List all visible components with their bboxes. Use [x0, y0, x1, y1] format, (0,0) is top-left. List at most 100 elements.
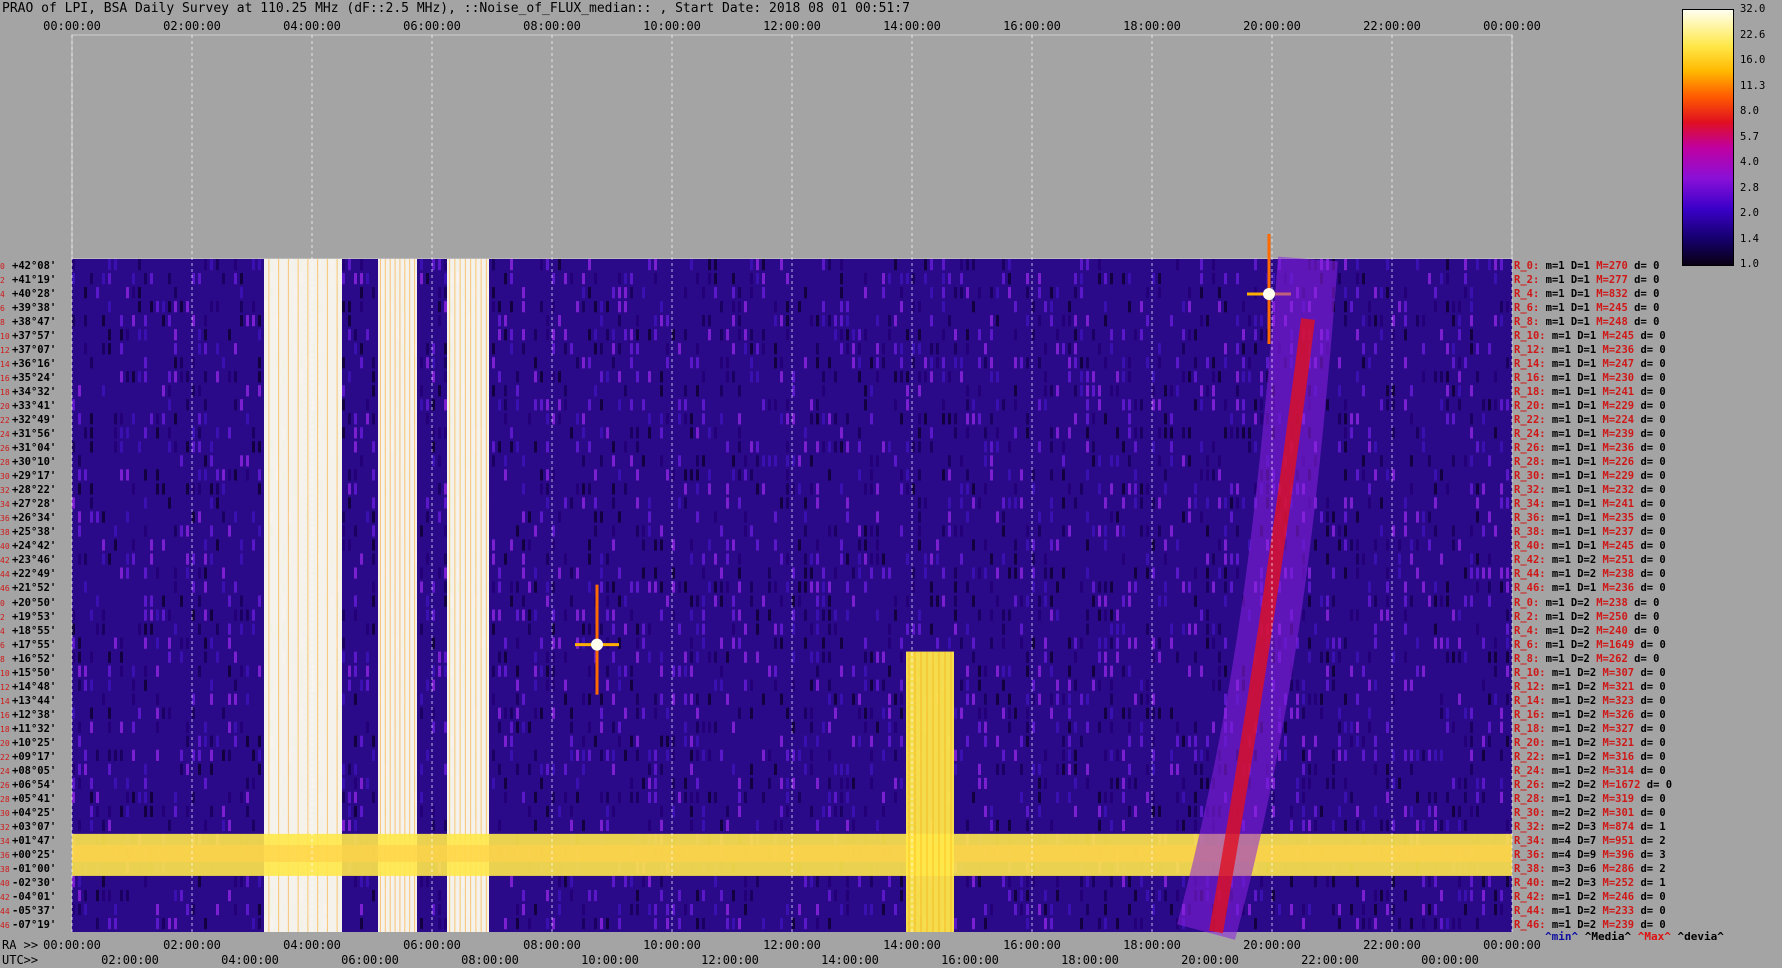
noise-cell: [930, 259, 933, 271]
noise-cell: [78, 735, 81, 747]
noise-cell: [630, 581, 633, 593]
noise-cell: [510, 273, 513, 285]
noise-cell: [204, 581, 207, 593]
noise-cell: [810, 455, 813, 467]
noise-cell: [750, 763, 753, 775]
noise-cell: [816, 875, 819, 888]
noise-cell: [888, 735, 891, 747]
noise-cell: [1500, 497, 1503, 509]
noise-cell: [948, 455, 951, 467]
noise-cell: [1092, 525, 1095, 537]
stats-cell: M=224: [1596, 414, 1635, 427]
noise-cell: [1116, 371, 1119, 383]
noise-cell: [918, 525, 921, 537]
noise-cell: [1290, 903, 1293, 916]
noise-cell: [906, 553, 909, 565]
stats-cell: M=951: [1596, 834, 1635, 847]
noise-cell: [528, 763, 531, 775]
stats-legend: ^min^ ^Media^ ^Max^ ^devia^: [1545, 930, 1724, 943]
dec-index: 16: [0, 710, 10, 720]
noise-cell: [966, 581, 969, 593]
noise-cell: [1080, 889, 1083, 902]
noise-cell: [696, 777, 699, 789]
noise-cell: [846, 819, 849, 832]
noise-cell: [1452, 301, 1455, 313]
noise-cell: [240, 301, 243, 313]
noise-cell: [426, 357, 429, 369]
noise-cell: [1290, 805, 1293, 818]
noise-cell: [1266, 357, 1269, 369]
noise-cell: [162, 805, 165, 818]
noise-cell: [1116, 749, 1119, 761]
noise-cell: [1182, 343, 1185, 355]
noise-cell: [366, 623, 369, 635]
noise-cell: [1476, 343, 1479, 355]
noise-cell: [810, 413, 813, 425]
noise-cell: [1314, 819, 1317, 832]
noise-cell: [762, 595, 765, 607]
noise-cell: [1068, 357, 1071, 369]
noise-cell: [1056, 721, 1059, 733]
noise-cell: [420, 623, 423, 635]
noise-cell: [894, 777, 897, 789]
dec-value: +27°28': [12, 498, 57, 511]
noise-cell: [1062, 735, 1065, 747]
noise-cell: [582, 301, 585, 313]
dec-index: 22: [0, 752, 10, 762]
noise-cell: [894, 791, 897, 804]
noise-cell: [258, 665, 261, 677]
stats-cell: D=1: [1564, 302, 1590, 315]
noise-cell: [510, 875, 513, 888]
noise-cell: [1422, 343, 1425, 355]
noise-cell: [108, 329, 111, 341]
stats-cell: d= 0: [1634, 694, 1666, 707]
stats-row: R_2: m=1 D=2 M=250 d= 0: [1514, 610, 1659, 624]
noise-cell: [1506, 819, 1509, 832]
noise-cell: [1188, 511, 1191, 523]
noise-cell: [1194, 497, 1197, 509]
dec-value: +20°50': [12, 596, 57, 609]
noise-cell: [1488, 553, 1491, 565]
stats-cell: m=1: [1545, 792, 1571, 805]
noise-cell: [1020, 623, 1023, 635]
dec-label: 16 +35°24': [0, 371, 56, 386]
noise-cell: [1050, 427, 1053, 439]
dec-label: 12 +37°07': [0, 343, 56, 358]
noise-cell: [960, 553, 963, 565]
noise-cell: [1368, 917, 1371, 930]
dec-value: +34°32': [12, 386, 57, 399]
noise-cell: [732, 343, 735, 355]
noise-cell: [1476, 777, 1479, 789]
noise-cell: [1020, 763, 1023, 775]
noise-cell: [966, 399, 969, 411]
noise-cell: [1104, 665, 1107, 677]
noise-cell: [996, 763, 999, 775]
noise-cell: [1026, 875, 1029, 888]
stats-cell: d= 0: [1634, 736, 1666, 749]
noise-cell: [1200, 315, 1203, 327]
dec-label: 28 +05°41': [0, 792, 56, 807]
stats-cell: M=239: [1596, 428, 1635, 441]
noise-cell: [504, 273, 507, 285]
noise-cell: [138, 259, 141, 271]
noise-cell: [918, 623, 921, 635]
noise-cell: [810, 875, 813, 888]
stats-cell: M=327: [1596, 722, 1635, 735]
noise-cell: [1104, 903, 1107, 916]
noise-cell: [120, 889, 123, 902]
noise-cell: [210, 805, 213, 818]
noise-cell: [1506, 665, 1509, 677]
noise-cell: [1020, 567, 1023, 579]
noise-cell: [252, 511, 255, 523]
noise-cell: [1452, 721, 1455, 733]
noise-cell: [594, 273, 597, 285]
noise-cell: [360, 805, 363, 818]
noise-cell: [1380, 819, 1383, 832]
noise-cell: [870, 385, 873, 397]
stats-cell: m=1: [1545, 554, 1571, 567]
noise-cell: [246, 791, 249, 804]
noise-cell: [1302, 707, 1305, 719]
noise-cell: [444, 287, 447, 299]
noise-cell: [246, 693, 249, 705]
noise-cell: [696, 357, 699, 369]
